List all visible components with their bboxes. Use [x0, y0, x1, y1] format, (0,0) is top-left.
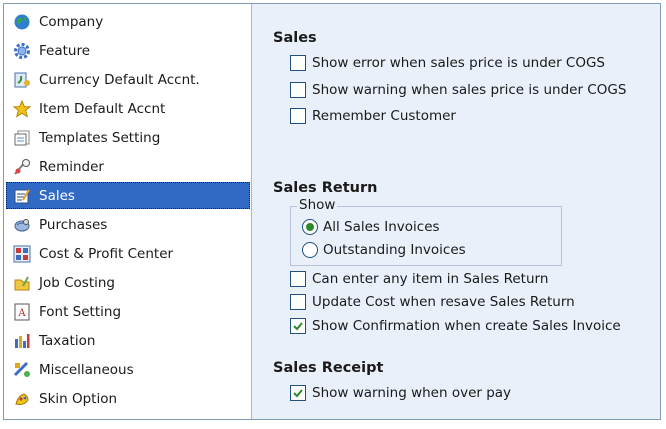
- sidebar-item-miscellaneous[interactable]: Miscellaneous: [6, 356, 250, 383]
- sidebar-item-job-costing[interactable]: Job Costing: [6, 269, 250, 296]
- grid-icon: [11, 243, 33, 265]
- show-warning-over-pay-checkbox[interactable]: Show warning when over pay: [290, 383, 511, 403]
- sidebar-item-label: Job Costing: [39, 274, 115, 291]
- sidebar-item-skin-option[interactable]: Skin Option: [6, 385, 250, 412]
- reminder-icon: [11, 156, 33, 178]
- sidebar-item-font-setting[interactable]: A Font Setting: [6, 298, 250, 325]
- sidebar-item-label: Templates Setting: [39, 129, 161, 146]
- sidebar-item-label: Miscellaneous: [39, 361, 134, 378]
- sidebar-item-reminder[interactable]: Reminder: [6, 153, 250, 180]
- gear-icon: [11, 40, 33, 62]
- sidebar-item-label: Currency Default Accnt.: [39, 71, 200, 88]
- sidebar-item-feature[interactable]: Feature: [6, 37, 250, 64]
- sidebar-item-label: Item Default Accnt: [39, 100, 166, 117]
- checkbox-box[interactable]: [290, 294, 306, 310]
- miscellaneous-icon: [11, 359, 33, 381]
- checkbox-box[interactable]: [290, 108, 306, 124]
- checkbox-box[interactable]: [290, 271, 306, 287]
- sidebar-item-company[interactable]: Company: [6, 8, 250, 35]
- star-icon: [11, 98, 33, 120]
- sales-return-section-title: Sales Return: [273, 180, 378, 196]
- checkbox-box[interactable]: [290, 318, 306, 334]
- sidebar-item-purchases[interactable]: Purchases: [6, 211, 250, 238]
- sidebar: Company Feature Currency Default Accnt. …: [4, 4, 252, 419]
- sales-receipt-section-title: Sales Receipt: [273, 360, 384, 376]
- sidebar-item-label: Purchases: [39, 216, 108, 233]
- checkbox-box[interactable]: [290, 55, 306, 71]
- globe-icon: [11, 11, 33, 33]
- sidebar-item-item-default-accnt[interactable]: Item Default Accnt: [6, 95, 250, 122]
- sidebar-item-label: Font Setting: [39, 303, 122, 320]
- sidebar-item-label: Skin Option: [39, 390, 118, 407]
- check-mark-icon: [293, 322, 303, 331]
- svg-text:A: A: [17, 308, 26, 319]
- sidebar-item-sales[interactable]: Sales: [6, 182, 250, 209]
- preferences-frame: Company Feature Currency Default Accnt. …: [3, 3, 661, 420]
- sidebar-item-label: Sales: [39, 187, 75, 204]
- radio-button[interactable]: [302, 219, 318, 235]
- currency-icon: [11, 69, 33, 91]
- show-warning-under-cogs-checkbox[interactable]: Show warning when sales price is under C…: [290, 80, 626, 100]
- job-costing-icon: [11, 272, 33, 294]
- sidebar-item-templates-setting[interactable]: Templates Setting: [6, 124, 250, 151]
- can-enter-any-item-checkbox[interactable]: Can enter any item in Sales Return: [290, 269, 548, 289]
- sidebar-item-cost-profit-center[interactable]: Cost & Profit Center: [6, 240, 250, 267]
- all-sales-invoices-radio[interactable]: All Sales Invoices: [302, 217, 440, 237]
- font-icon: A: [11, 301, 33, 323]
- purchases-icon: [11, 214, 33, 236]
- update-cost-resave-checkbox[interactable]: Update Cost when resave Sales Return: [290, 292, 575, 312]
- settings-panel: Sales Show error when sales price is und…: [252, 4, 660, 419]
- show-error-under-cogs-checkbox[interactable]: Show error when sales price is under COG…: [290, 53, 605, 73]
- outstanding-invoices-radio[interactable]: Outstanding Invoices: [302, 240, 466, 260]
- show-confirmation-checkbox[interactable]: Show Confirmation when create Sales Invo…: [290, 316, 621, 336]
- checkbox-box[interactable]: [290, 82, 306, 98]
- sales-section-title: Sales: [273, 30, 317, 46]
- sidebar-item-currency-default-accnt[interactable]: Currency Default Accnt.: [6, 66, 250, 93]
- sidebar-item-taxation[interactable]: Taxation: [6, 327, 250, 354]
- checkbox-box[interactable]: [290, 385, 306, 401]
- show-group-legend: Show: [297, 197, 338, 213]
- sidebar-item-label: Reminder: [39, 158, 104, 175]
- sales-icon: [11, 185, 33, 207]
- radio-button[interactable]: [302, 242, 318, 258]
- templates-icon: [11, 127, 33, 149]
- sidebar-item-label: Feature: [39, 42, 91, 59]
- skin-icon: [11, 388, 33, 410]
- remember-customer-checkbox[interactable]: Remember Customer: [290, 106, 456, 126]
- sidebar-item-label: Cost & Profit Center: [39, 245, 174, 262]
- sidebar-item-label: Company: [39, 13, 104, 30]
- taxation-icon: [11, 330, 33, 352]
- sidebar-item-label: Taxation: [39, 332, 96, 349]
- check-mark-icon: [293, 389, 303, 398]
